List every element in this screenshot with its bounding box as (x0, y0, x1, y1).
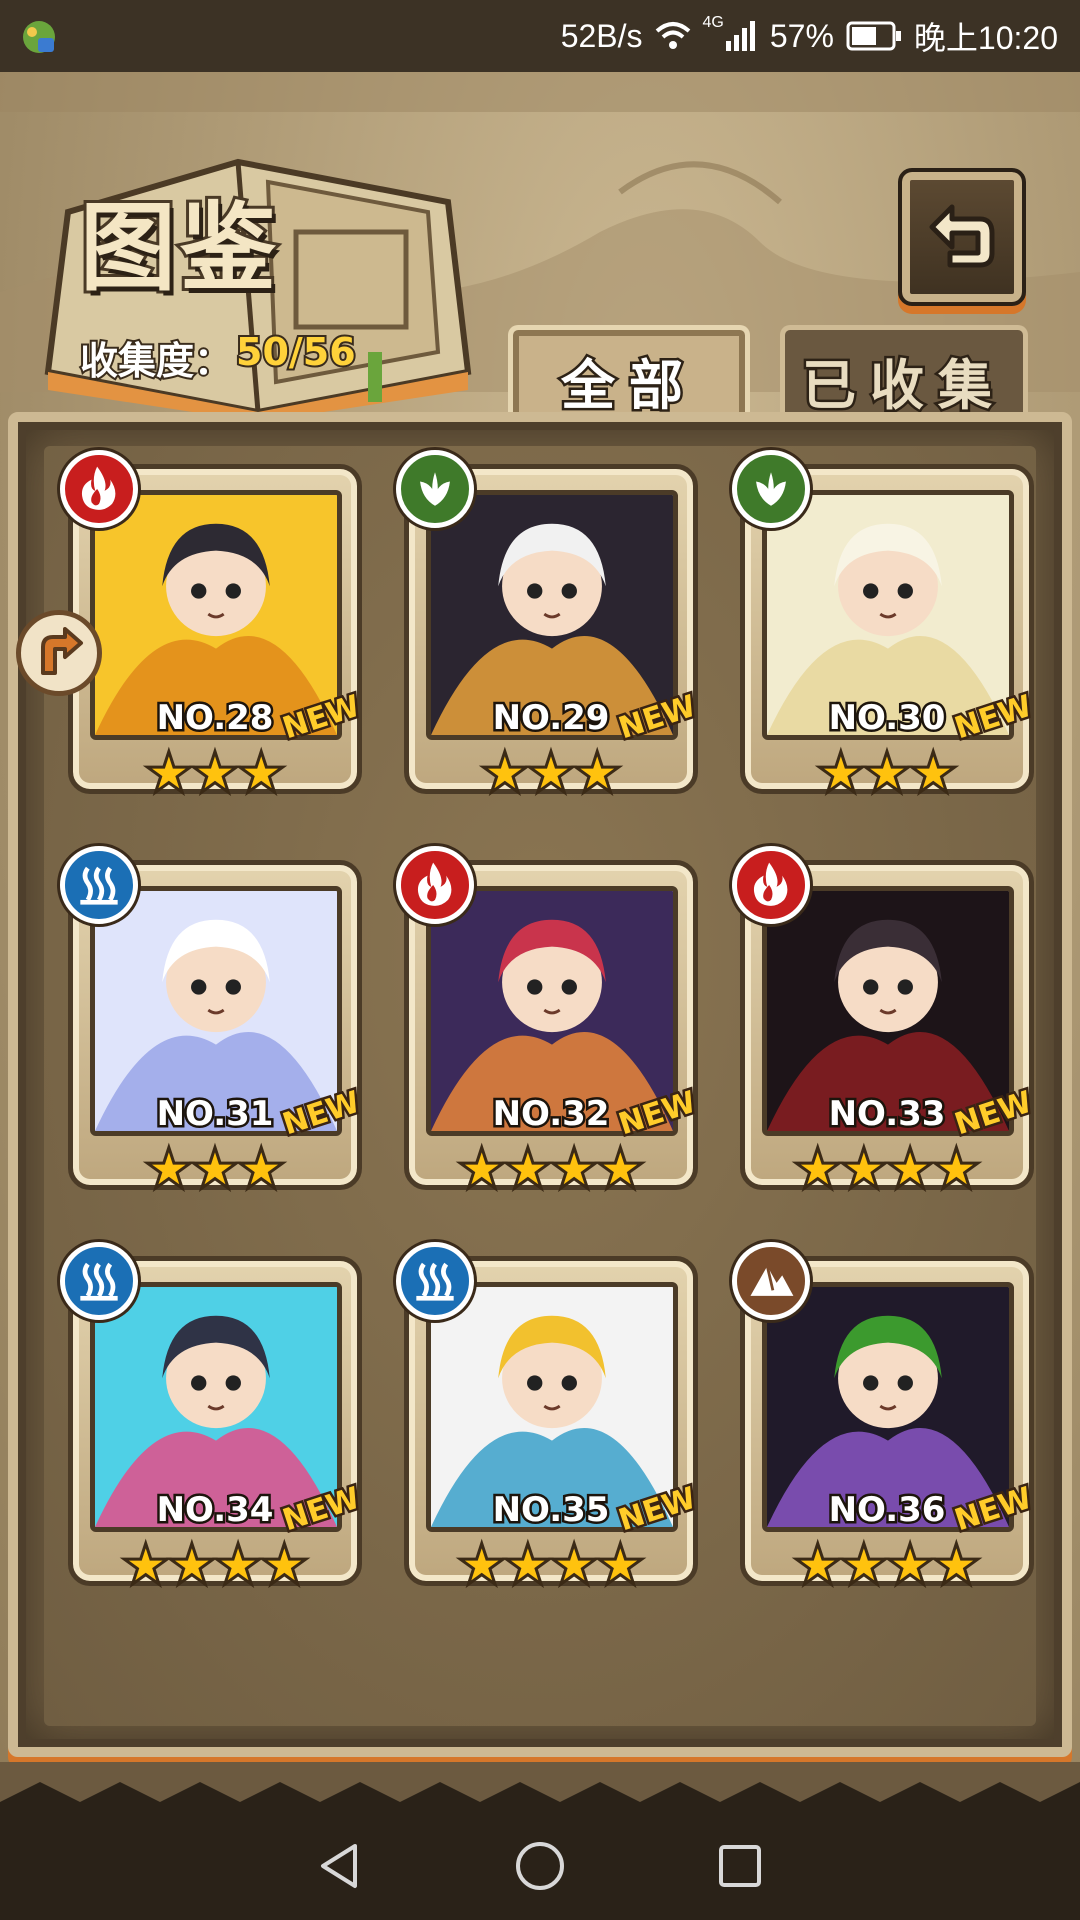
star-icon: ★ (235, 1137, 288, 1202)
character-card[interactable]: NO.36 NEW ★ ★ ★ ★ (732, 1242, 1042, 1598)
star-icon: ★ (165, 1533, 218, 1598)
character-card[interactable]: NO.35 NEW ★ ★ ★ ★ (396, 1242, 706, 1598)
star-icon: ★ (455, 1137, 508, 1202)
character-card[interactable]: NO.32 NEW ★ ★ ★ ★ (396, 846, 706, 1202)
network-type: 4G (702, 14, 724, 31)
star-icon: ★ (455, 1533, 508, 1598)
star-icon: ★ (594, 1137, 647, 1202)
square-recents-icon (719, 1845, 761, 1887)
waves-icon (60, 1242, 138, 1320)
status-bar: 52B/s 4G 57% 晚上10:20 (0, 0, 1080, 72)
card-grid-panel: NO.28 NEW ★ ★ ★ NO.29 NEW ★ ★ ★ NO.30 NE… (8, 412, 1072, 1757)
waves-icon (396, 1242, 474, 1320)
star-icon: ★ (571, 741, 624, 806)
star-icon: ★ (142, 1137, 195, 1202)
star-rating: ★ ★ ★ ★ (732, 1137, 1042, 1202)
collection-progress: 收集度： 50/56 (78, 328, 358, 385)
flame-icon (60, 450, 138, 528)
clock: 晚上10:20 (913, 20, 1058, 56)
star-icon: ★ (235, 741, 288, 806)
mountain-icon (732, 1242, 810, 1320)
character-card[interactable]: NO.33 NEW ★ ★ ★ ★ (732, 846, 1042, 1202)
star-icon: ★ (930, 1137, 983, 1202)
star-rating: ★ ★ ★ ★ (60, 1533, 370, 1598)
leaf-icon (396, 450, 474, 528)
star-rating: ★ ★ ★ (396, 741, 706, 806)
collection-label: 收集度： (78, 337, 234, 385)
star-rating: ★ ★ ★ ★ (732, 1533, 1042, 1598)
character-card[interactable]: NO.34 NEW ★ ★ ★ ★ (60, 1242, 370, 1598)
leaf-icon (732, 450, 810, 528)
turn-arrow-icon (41, 627, 83, 675)
flame-icon (396, 846, 474, 924)
star-icon: ★ (524, 741, 577, 806)
star-icon: ★ (547, 1533, 600, 1598)
star-icon: ★ (883, 1533, 936, 1598)
page-title: 图鉴 (77, 188, 280, 307)
signal-icon (725, 21, 755, 51)
star-icon: ★ (814, 741, 867, 806)
character-card[interactable]: NO.30 NEW ★ ★ ★ (732, 450, 1042, 806)
star-icon: ★ (478, 741, 531, 806)
star-icon: ★ (930, 1533, 983, 1598)
star-icon: ★ (501, 1533, 554, 1598)
star-icon: ★ (837, 1137, 890, 1202)
system-nav-bar (0, 1812, 1080, 1920)
triangle-back-icon (321, 1844, 357, 1888)
star-icon: ★ (501, 1137, 554, 1202)
battery-icon (846, 21, 901, 51)
star-icon: ★ (791, 1137, 844, 1202)
star-rating: ★ ★ ★ (732, 741, 1042, 806)
back-button[interactable] (898, 168, 1026, 306)
app-notification-icon (23, 21, 55, 53)
character-card[interactable]: NO.28 NEW ★ ★ ★ (60, 450, 370, 806)
star-icon: ★ (594, 1533, 647, 1598)
character-card[interactable]: NO.31 NEW ★ ★ ★ (60, 846, 370, 1202)
star-icon: ★ (188, 1137, 241, 1202)
circle-home-icon (516, 1842, 564, 1890)
star-icon: ★ (837, 1533, 890, 1598)
star-icon: ★ (907, 741, 960, 806)
character-card[interactable]: NO.29 NEW ★ ★ ★ (396, 450, 706, 806)
star-icon: ★ (211, 1533, 264, 1598)
waves-icon (60, 846, 138, 924)
star-rating: ★ ★ ★ ★ (396, 1137, 706, 1202)
net-speed: 52B/s (560, 17, 643, 54)
side-scroll-button[interactable] (16, 610, 102, 696)
star-icon: ★ (860, 741, 913, 806)
star-icon: ★ (883, 1137, 936, 1202)
star-icon: ★ (791, 1533, 844, 1598)
star-rating: ★ ★ ★ (60, 741, 370, 806)
star-rating: ★ ★ ★ (60, 1137, 370, 1202)
battery-percent: 57% (769, 17, 834, 54)
star-icon: ★ (142, 741, 195, 806)
star-rating: ★ ★ ★ ★ (396, 1533, 706, 1598)
flame-icon (732, 846, 810, 924)
nav-recents-button[interactable] (710, 1836, 770, 1896)
collection-value: 50/56 (234, 328, 358, 376)
return-arrow-icon (929, 204, 995, 268)
nav-back-button[interactable] (310, 1836, 370, 1896)
card-grid: NO.28 NEW ★ ★ ★ NO.29 NEW ★ ★ ★ NO.30 NE… (44, 446, 1039, 1726)
star-icon: ★ (547, 1137, 600, 1202)
star-icon: ★ (258, 1533, 311, 1598)
wifi-icon (655, 22, 690, 49)
star-icon: ★ (188, 741, 241, 806)
star-icon: ★ (119, 1533, 172, 1598)
nav-home-button[interactable] (510, 1836, 570, 1896)
